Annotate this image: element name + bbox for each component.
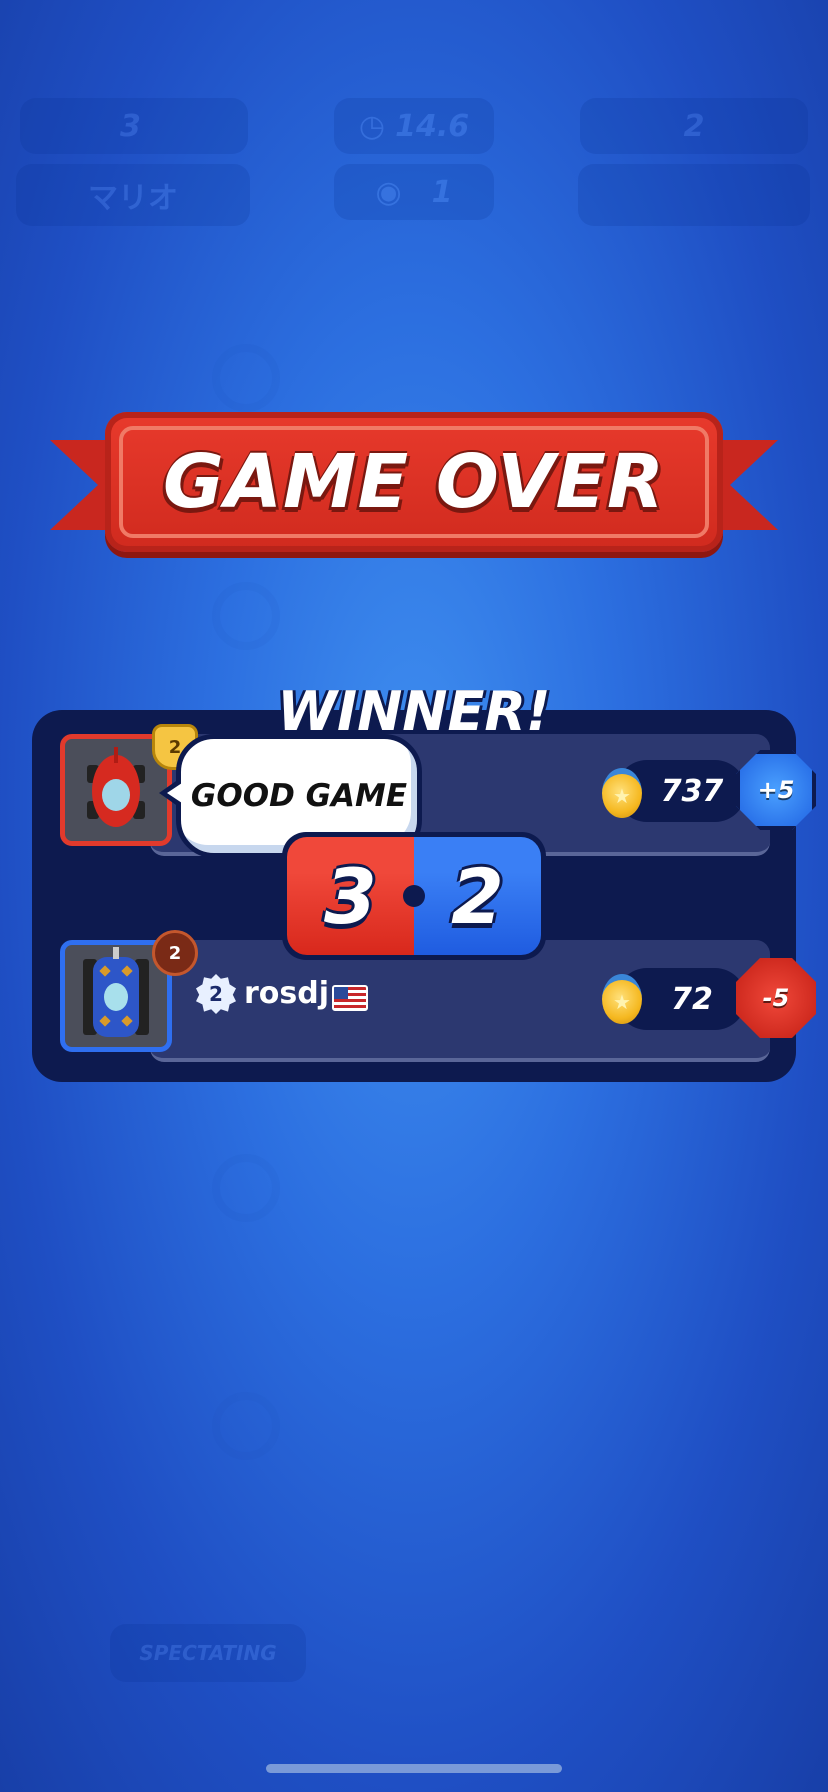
hud-left-score: 3 <box>20 98 248 154</box>
ghost-wheel-3 <box>212 1154 280 1222</box>
us-flag-icon <box>332 985 368 1011</box>
score-red: 3 <box>287 837 414 955</box>
score-blue: 2 <box>414 837 541 955</box>
trophy-icon: ★ <box>602 768 642 818</box>
hud-spectating: SPECTATING <box>110 1624 306 1682</box>
trophy-icon: ★ <box>602 974 642 1024</box>
hud-spectators-value: 1 <box>431 174 453 210</box>
score-separator <box>403 885 425 907</box>
banner-title: GAME OVER <box>162 439 666 525</box>
hud-left-name-value: マリオ <box>88 181 178 216</box>
hud-right-score: 2 <box>580 98 808 154</box>
loser-rank-badge: 2 <box>152 930 198 976</box>
timer-icon: ◷ <box>358 108 386 144</box>
ghost-wheel-4 <box>212 1392 280 1460</box>
winner-trophy-value: 737 <box>660 773 724 809</box>
hud-right-name <box>578 164 810 226</box>
scoreboard: 3 2 <box>282 832 546 960</box>
hud-spectators: ◉ 1 <box>334 164 494 220</box>
chat-bubble-text: GOOD GAME <box>190 778 408 814</box>
winner-trophy-delta: +5 <box>736 750 816 830</box>
loser-rank-value: 2 <box>168 942 182 964</box>
hud-spectating-label: SPECTATING <box>139 1641 277 1665</box>
loser-level-value: 2 <box>209 982 223 1006</box>
tank-icon <box>83 947 149 1037</box>
winner-label: WINNER! <box>277 680 551 743</box>
winner-delta-value: +5 <box>757 776 795 804</box>
loser-trophy-delta: -5 <box>736 958 816 1038</box>
loser-player-name[interactable]: rosdj <box>244 976 329 1011</box>
hud-left-name: マリオ <box>16 164 250 226</box>
hud-timer: ◷ 14.6 <box>334 98 494 154</box>
hud-right-score-value: 2 <box>683 108 705 144</box>
game-over-banner: GAME OVER <box>105 412 723 552</box>
home-indicator[interactable] <box>266 1764 562 1773</box>
eye-icon: ◉ <box>375 174 402 210</box>
loser-delta-value: -5 <box>762 984 790 1012</box>
banner-inner: GAME OVER <box>119 426 709 538</box>
loser-trophy-value: 72 <box>671 981 713 1017</box>
hud-timer-value: 14.6 <box>395 108 470 144</box>
hud-left-score-value: 3 <box>120 108 141 144</box>
ghost-wheel-1 <box>212 344 280 412</box>
ghost-wheel-2 <box>212 582 280 650</box>
